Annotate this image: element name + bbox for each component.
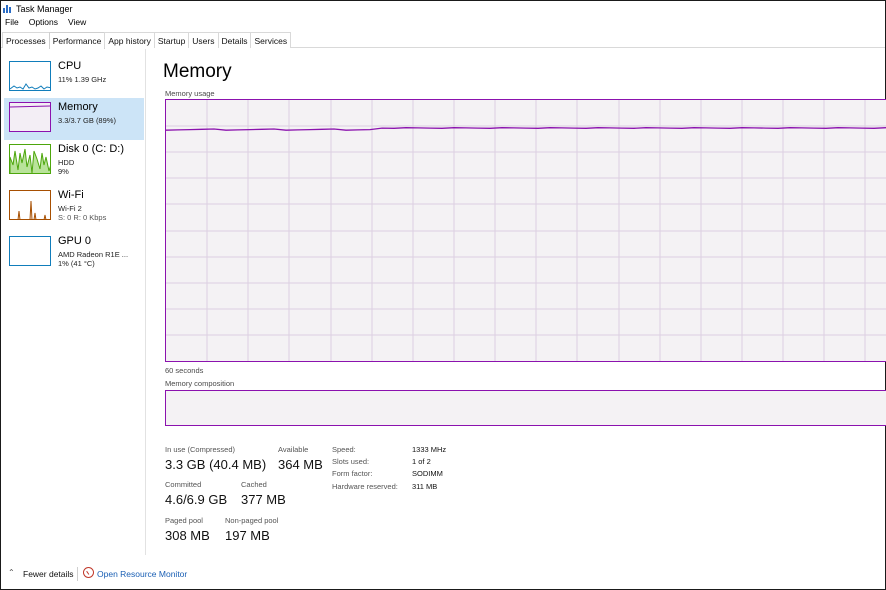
sidebar-item-title: Disk 0 (C: D:): [58, 143, 124, 155]
footer-divider: [77, 567, 78, 581]
slots-used-key: Slots used:: [332, 457, 370, 466]
sidebar-item-disk[interactable]: Disk 0 (C: D:) HDD 9%: [4, 140, 144, 182]
wifi-thumbnail-graph: [9, 190, 51, 220]
sidebar-item-title: CPU: [58, 60, 82, 72]
sidebar-item-detail: 1% (41 °C): [58, 259, 95, 268]
non-paged-pool-label: Non-paged pool: [225, 516, 279, 525]
sidebar-item-detail: 11% 1.39 GHz: [58, 75, 107, 84]
gpu-thumbnail-graph: [9, 236, 51, 266]
resource-monitor-icon[interactable]: [83, 567, 94, 578]
available-value: 364 MB: [278, 457, 323, 472]
sidebar-item-title: Memory: [58, 101, 98, 113]
page-title: Memory: [163, 61, 232, 82]
sidebar-item-detail: 9%: [58, 167, 69, 176]
sidebar-item-detail: Wi-Fi 2: [58, 204, 82, 213]
form-factor-value: SODIMM: [412, 469, 443, 478]
fewer-details-button[interactable]: Fewer details: [23, 569, 74, 579]
sidebar-item-detail: 3.3/3.7 GB (89%): [58, 116, 116, 125]
performance-sidebar: CPU 11% 1.39 GHz Memory 3.3/3.7 GB (89%)…: [1, 49, 146, 555]
menu-bar: File Options View: [1, 17, 96, 30]
non-paged-pool-value: 197 MB: [225, 528, 270, 543]
form-factor-key: Form factor:: [332, 469, 373, 478]
cached-value: 377 MB: [241, 492, 286, 507]
tab-startup[interactable]: Startup: [153, 32, 190, 48]
tab-users[interactable]: Users: [188, 32, 219, 48]
tab-details[interactable]: Details: [217, 32, 252, 48]
memory-usage-graph: [165, 99, 886, 362]
tab-app-history[interactable]: App history: [104, 32, 155, 48]
committed-value: 4.6/6.9 GB: [165, 492, 228, 507]
window-title: Task Manager: [16, 3, 73, 14]
sidebar-item-memory[interactable]: Memory 3.3/3.7 GB (89%): [4, 98, 144, 140]
hardware-reserved-key: Hardware reserved:: [332, 482, 398, 491]
chevron-up-icon[interactable]: ⌃: [8, 568, 15, 577]
available-label: Available: [278, 445, 309, 454]
tab-strip: Processes Performance App history Startu…: [1, 32, 885, 49]
memory-composition-bar: [165, 390, 886, 426]
footer-bar: ⌃ Fewer details Open Resource Monitor: [1, 563, 885, 585]
task-manager-icon: [3, 4, 13, 13]
sidebar-item-title: Wi-Fi: [58, 189, 84, 201]
sidebar-item-title: GPU 0: [58, 235, 92, 247]
paged-pool-value: 308 MB: [165, 528, 210, 543]
memory-thumbnail-graph: [9, 102, 51, 132]
disk-thumbnail-graph: [9, 144, 51, 174]
speed-value: 1333 MHz: [412, 445, 447, 454]
menu-options[interactable]: Options: [29, 17, 58, 30]
sidebar-item-detail: AMD Radeon R1E ...: [58, 250, 129, 259]
cached-label: Cached: [241, 480, 267, 489]
tab-performance[interactable]: Performance: [48, 32, 106, 49]
in-use-value: 3.3 GB (40.4 MB): [165, 457, 267, 472]
menu-view[interactable]: View: [68, 17, 86, 30]
memory-usage-label: Memory usage: [165, 89, 215, 98]
memory-usage-line: [166, 127, 886, 131]
in-use-label: In use (Compressed): [165, 445, 236, 454]
committed-label: Committed: [165, 480, 202, 489]
menu-file[interactable]: File: [5, 17, 19, 30]
sidebar-item-wifi[interactable]: Wi-Fi Wi-Fi 2 S: 0 R: 0 Kbps: [4, 186, 144, 228]
memory-composition-label: Memory composition: [165, 379, 235, 388]
speed-key: Speed:: [332, 445, 356, 454]
tab-processes[interactable]: Processes: [2, 32, 50, 48]
sidebar-item-cpu[interactable]: CPU 11% 1.39 GHz: [4, 57, 144, 99]
open-resource-monitor-link[interactable]: Open Resource Monitor: [97, 569, 187, 579]
paged-pool-label: Paged pool: [165, 516, 203, 525]
seconds-label: 60 seconds: [165, 366, 204, 375]
title-bar[interactable]: Task Manager: [1, 1, 885, 16]
sidebar-item-detail: HDD: [58, 158, 75, 167]
task-manager-window: Task Manager File Options View Processes…: [0, 0, 886, 590]
slots-used-value: 1 of 2: [412, 457, 431, 466]
tab-services[interactable]: Services: [250, 32, 292, 48]
cpu-thumbnail-graph: [9, 61, 51, 91]
hardware-reserved-value: 311 MB: [412, 482, 438, 491]
memory-usage-chart: [166, 100, 886, 361]
sidebar-item-detail: S: 0 R: 0 Kbps: [58, 213, 107, 222]
sidebar-item-gpu[interactable]: GPU 0 AMD Radeon R1E ... 1% (41 °C): [4, 232, 144, 274]
